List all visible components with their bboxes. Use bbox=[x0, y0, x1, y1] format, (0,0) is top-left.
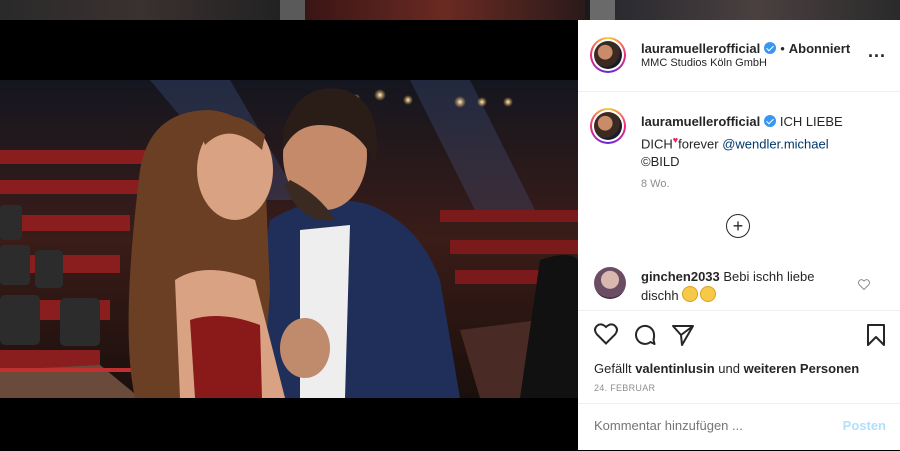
post-caption: lauramuellerofficial ICH LIEBE DICH♥fore… bbox=[641, 113, 861, 171]
heart-icon[interactable] bbox=[594, 323, 618, 350]
commenter-username[interactable]: ginchen2033 bbox=[641, 269, 720, 284]
likes-prefix: Gefällt bbox=[594, 361, 636, 376]
follow-status-button[interactable]: Abonniert bbox=[789, 41, 850, 56]
comment-like-icon[interactable] bbox=[858, 277, 870, 295]
liked-by-others[interactable]: weiteren Personen bbox=[744, 361, 860, 376]
author-username[interactable]: lauramuellerofficial bbox=[641, 41, 760, 56]
verified-icon bbox=[764, 115, 777, 127]
emoji-icon bbox=[700, 286, 717, 302]
comment-icon[interactable] bbox=[633, 323, 657, 352]
post-comment-button[interactable]: Posten bbox=[843, 418, 886, 433]
background-strip bbox=[0, 0, 900, 20]
bookmark-icon[interactable] bbox=[866, 323, 886, 352]
comment-input[interactable] bbox=[594, 418, 814, 433]
commenter-avatar[interactable] bbox=[594, 267, 626, 299]
likes-summary: Gefällt valentinlusin und weiteren Perso… bbox=[594, 361, 859, 376]
caption-timestamp: 8 Wo. bbox=[641, 178, 670, 190]
caption-username[interactable]: lauramuellerofficial bbox=[641, 114, 760, 129]
caption-text-3: ©BILD bbox=[641, 154, 680, 170]
caption-avatar[interactable] bbox=[590, 108, 626, 144]
post-header: lauramuellerofficial • Abonniert MMC Studi… bbox=[578, 20, 900, 92]
emoji-icon bbox=[682, 286, 699, 302]
share-icon[interactable] bbox=[671, 323, 695, 352]
separator: • bbox=[780, 41, 785, 56]
post-location[interactable]: MMC Studios Köln GmbH bbox=[641, 57, 767, 69]
caption-mention[interactable]: @wendler.michael bbox=[722, 136, 828, 151]
liked-by-user[interactable]: valentinlusin bbox=[635, 361, 714, 376]
post-side-panel: lauramuellerofficial • Abonniert MMC Studi… bbox=[578, 20, 900, 450]
add-icon[interactable]: + bbox=[726, 214, 750, 238]
comment: ginchen2033 Bebi ischh liebe dischh bbox=[641, 268, 851, 305]
author-avatar[interactable] bbox=[590, 37, 626, 73]
add-comment-section: Posten bbox=[578, 403, 900, 451]
more-icon[interactable]: ... bbox=[868, 42, 886, 60]
post-image[interactable] bbox=[0, 80, 578, 398]
post-date: 24. FEBRUAR bbox=[594, 383, 656, 393]
likes-middle: und bbox=[714, 361, 744, 376]
caption-text-2: forever bbox=[678, 136, 723, 152]
verified-icon bbox=[764, 42, 777, 54]
